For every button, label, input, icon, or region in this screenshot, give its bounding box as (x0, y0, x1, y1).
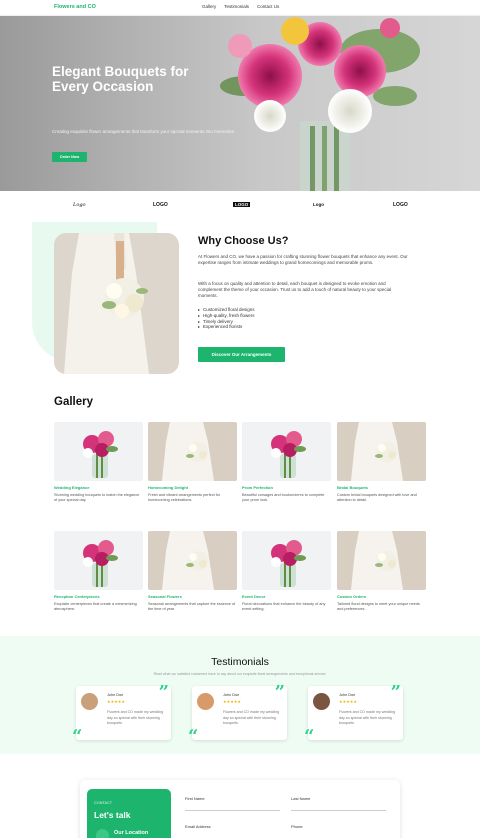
gallery-card-desc: Exquisite centerpieces that create a mes… (54, 602, 137, 611)
gallery-card[interactable]: Reception Centerpieces Exquisite centerpi… (54, 531, 143, 612)
gallery-card[interactable]: Seasonal Flowers Seasonal arrangements th… (148, 531, 237, 612)
partner-logo: LOGO (393, 202, 408, 208)
partner-logo: LOGO (153, 202, 168, 208)
gallery-image (337, 422, 426, 481)
testimonial-name: John Doe (339, 693, 356, 697)
testimonial-text: Flowers and CO made my wedding day so sp… (107, 710, 164, 725)
gallery-card-desc: Fresh and vibrant arrangements perfect f… (148, 493, 221, 502)
quote-close-icon: ” (390, 682, 401, 703)
testimonial-card: John Doe ★★★★★ Flowers and CO made my we… (72, 682, 171, 746)
last-name-field[interactable] (291, 810, 386, 811)
testimonial-text: Flowers and CO made my wedding day so sp… (223, 710, 280, 725)
gallery-card[interactable]: Event Decor Floral decorations that enhan… (242, 531, 331, 612)
gallery-image (242, 422, 331, 481)
contact-location-label: Our Location (114, 830, 149, 836)
star-rating: ★★★★★ (339, 700, 358, 704)
hero-section: Elegant Bouquets for Every Occasion Crea… (0, 16, 480, 191)
quote-open-icon: “ (304, 726, 315, 747)
why-paragraph-1: At Flowers and CO, we have a passion for… (198, 254, 408, 265)
phone-label: Phone (291, 824, 303, 829)
why-feature-item: Experienced florists (198, 324, 255, 330)
gallery-card-desc: Floral decorations that enhance the beau… (242, 602, 326, 611)
nav-link-contact[interactable]: Contact Us (257, 4, 279, 9)
testimonial-name: John Doe (223, 693, 240, 697)
gallery-card[interactable]: Bridal Bouquets Custom bridal bouquets de… (337, 422, 426, 503)
gallery-image (148, 531, 237, 590)
gallery-card-desc: Tailored floral designs to meet your uni… (337, 602, 420, 611)
avatar (313, 693, 330, 710)
hero-flower-image (220, 17, 420, 191)
top-navbar: Flowers and CO Gallery Testimonials Cont… (0, 0, 480, 16)
hero-title: Elegant Bouquets for Every Occasion (52, 64, 189, 94)
gallery-card-title: Reception Centerpieces (54, 594, 100, 599)
testimonial-card: John Doe ★★★★★ Flowers and CO made my we… (188, 682, 287, 746)
contact-label: CONTACT (94, 801, 113, 805)
gallery-image (242, 531, 331, 590)
hero-subtitle: Creating exquisite flower arrangements t… (52, 129, 236, 134)
gallery-card-desc: Stunning wedding bouquets to match the e… (54, 493, 140, 502)
star-rating: ★★★★★ (107, 700, 126, 704)
avatar (81, 693, 98, 710)
gallery-card[interactable]: Custom Orders Tailored floral designs to … (337, 531, 426, 612)
gallery-card-title: Custom Orders (337, 594, 367, 599)
testimonial-text: Flowers and CO made my wedding day so sp… (339, 710, 396, 725)
gallery-card-desc: Seasonal arrangements that capture the e… (148, 602, 236, 611)
quote-open-icon: “ (72, 726, 83, 747)
why-feature-item: High-quality, fresh flowers (198, 313, 255, 319)
gallery-card-desc: Custom bridal bouquets designed with lov… (337, 493, 417, 502)
gallery-card[interactable]: Prom Perfection Beautiful corsages and bo… (242, 422, 331, 503)
contact-heading: Let's talk (94, 810, 131, 820)
partner-logo: Logo (73, 202, 86, 208)
why-paragraph-2: With a focus on quality and attention to… (198, 281, 392, 298)
gallery-image (54, 422, 143, 481)
gallery-title: Gallery (54, 396, 93, 408)
gallery-image (54, 531, 143, 590)
gallery-card-title: Prom Perfection (242, 485, 273, 490)
testimonial-name: John Doe (107, 693, 124, 697)
email-label: Email Address (185, 824, 211, 829)
bride-bouquet-image (54, 233, 179, 374)
avatar (197, 693, 214, 710)
nav-links: Gallery Testimonials Contact Us (202, 4, 279, 9)
quote-open-icon: “ (188, 726, 199, 747)
last-name-label: Last Name (291, 796, 311, 801)
discover-arrangements-button[interactable]: Discover Our Arrangements (198, 347, 285, 362)
why-feature-item: Customized floral designs (198, 307, 255, 313)
gallery-image (148, 422, 237, 481)
why-title: Why Choose Us? (198, 235, 289, 247)
gallery-image (337, 531, 426, 590)
gallery-card-title: Seasonal Flowers (148, 594, 182, 599)
gallery-card-title: Homecoming Delight (148, 485, 189, 490)
nav-link-testimonials[interactable]: Testimonials (224, 4, 249, 9)
location-icon (96, 829, 109, 838)
why-feature-list: Customized floral designs High-quality, … (198, 307, 255, 330)
quote-close-icon: ” (158, 682, 169, 703)
nav-link-gallery[interactable]: Gallery (202, 4, 216, 9)
partner-logos: Logo LOGO LOGO Logo LOGO (0, 196, 480, 216)
first-name-label: First Name (185, 796, 205, 801)
gallery-card-title: Event Decor (242, 594, 266, 599)
gallery-card-title: Wedding Elegance (54, 485, 90, 490)
gallery-card-title: Bridal Bouquets (337, 485, 368, 490)
gallery-card-desc: Beautiful corsages and boutonnieres to c… (242, 493, 325, 502)
quote-close-icon: ” (274, 682, 285, 703)
order-now-button[interactable]: Order Now (52, 152, 87, 162)
partner-logo: LOGO (233, 202, 251, 207)
gallery-card[interactable]: Wedding Elegance Stunning wedding bouquet… (54, 422, 143, 503)
testimonials-title: Testimonials (211, 656, 269, 668)
brand-logo-text[interactable]: Flowers and CO (54, 4, 96, 10)
star-rating: ★★★★★ (223, 700, 242, 704)
gallery-card[interactable]: Homecoming Delight Fresh and vibrant arra… (148, 422, 237, 503)
testimonials-subtitle: Read what our satisfied customers have t… (153, 672, 327, 676)
testimonial-card: John Doe ★★★★★ Flowers and CO made my we… (304, 682, 403, 746)
partner-logo: Logo (313, 202, 324, 207)
first-name-field[interactable] (185, 810, 280, 811)
